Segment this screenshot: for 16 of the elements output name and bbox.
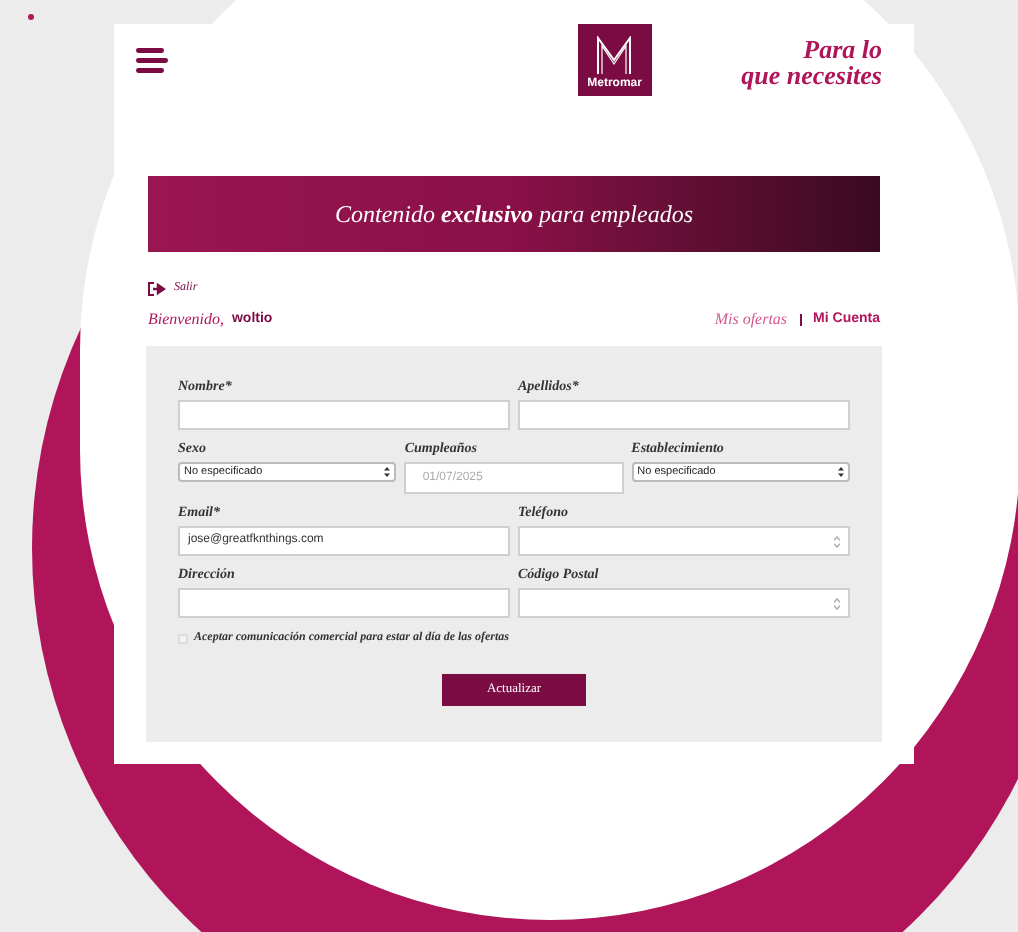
- spinner-icon: [838, 466, 844, 478]
- spinner-icon: [384, 466, 391, 478]
- input-field[interactable]: [178, 400, 510, 430]
- slogan: Para lo que necesites: [741, 36, 882, 88]
- banner-text: Contenido exclusivo para empleados: [335, 198, 693, 232]
- input-field[interactable]: [178, 588, 510, 618]
- spinner-icon: [834, 535, 840, 547]
- input-field[interactable]: [518, 400, 850, 430]
- welcome-label: Bienvenido,: [148, 308, 224, 332]
- number-field[interactable]: [518, 526, 850, 556]
- spinner-icon: [834, 597, 840, 609]
- logout-icon: [148, 282, 166, 296]
- number-field[interactable]: [518, 588, 850, 618]
- logo-icon: [596, 36, 633, 76]
- nav-link[interactable]: Mis ofertas: [714, 308, 788, 332]
- menu-icon[interactable]: [136, 48, 168, 74]
